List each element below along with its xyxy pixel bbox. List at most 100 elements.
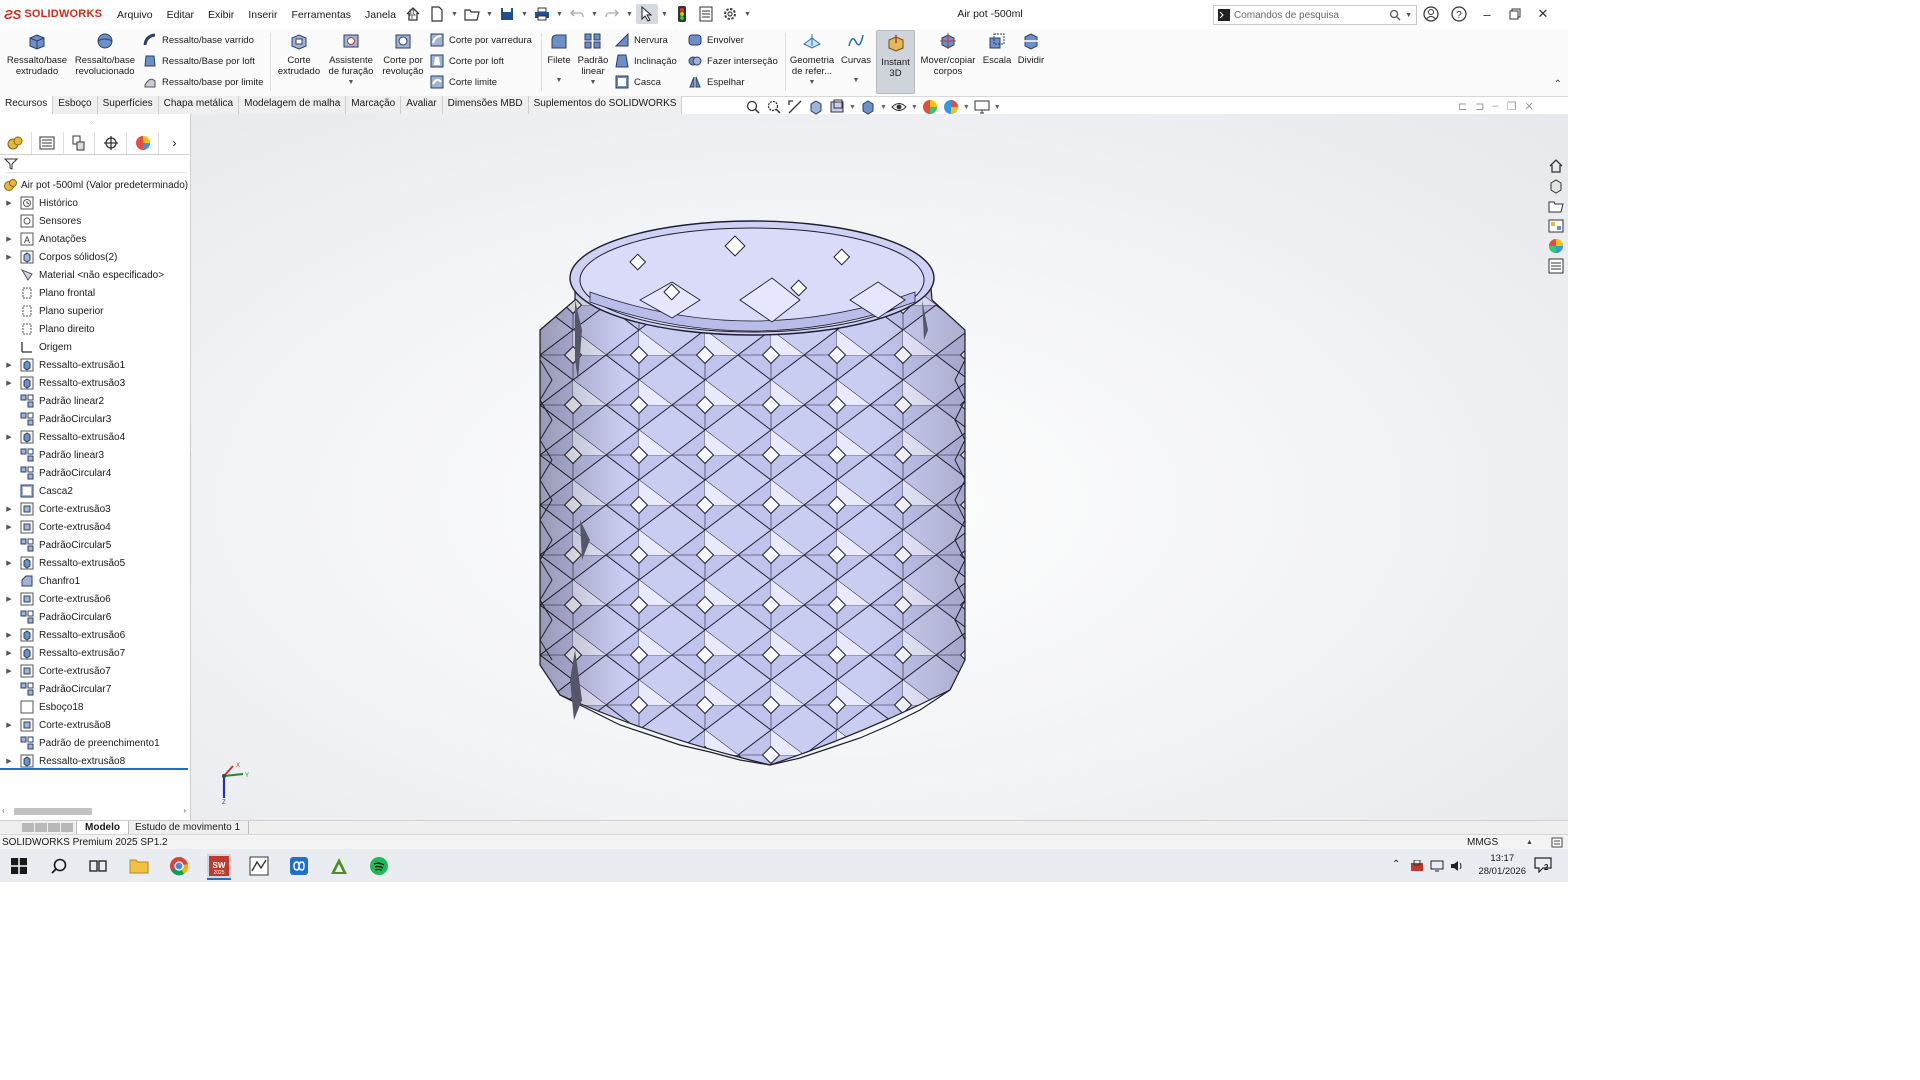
task-view-icon[interactable] <box>86 854 110 878</box>
expand-arrow-icon[interactable]: ▶ <box>4 667 14 675</box>
open-dropdown-icon[interactable]: ▼ <box>485 11 494 18</box>
tray-security-icon[interactable] <box>1410 860 1424 872</box>
system-clock[interactable]: 13:17 28/01/2026 <box>1478 852 1526 878</box>
file-explorer-icon[interactable] <box>1548 198 1564 214</box>
expand-arrow-icon[interactable]: ▶ <box>4 559 14 567</box>
lofted-cut-button[interactable]: Corte por loft <box>430 54 504 68</box>
move-copy-bodies-button[interactable]: Mover/copiar corpos <box>917 32 979 77</box>
tab-dimensoes-mbd[interactable]: Dimensões MBD <box>442 96 529 114</box>
tab-suplementos[interactable]: Suplementos do SOLIDWORKS <box>528 96 683 114</box>
options-gear-icon[interactable] <box>719 4 741 24</box>
tree-item-padrao-linear2[interactable]: Padrão linear2 <box>0 392 190 410</box>
rebuild-traffic-light-icon[interactable] <box>671 4 693 24</box>
fillet-button[interactable]: Filete ▼ <box>545 32 573 86</box>
solidworks-resources-home-icon[interactable] <box>1548 158 1564 174</box>
tree-item-plano-frontal[interactable]: Plano frontal <box>0 284 190 302</box>
select-cursor-icon[interactable] <box>636 4 658 24</box>
tree-filter-icon[interactable] <box>3 158 19 173</box>
custom-properties-icon[interactable] <box>1548 258 1564 274</box>
expand-arrow-icon[interactable]: ▶ <box>4 649 14 657</box>
display-manager-tab-icon[interactable] <box>127 132 160 154</box>
tree-item-corpos-solidos-2[interactable]: ▶ Corpos sólidos(2) <box>0 248 190 266</box>
extruded-boss-base-button[interactable]: Ressalto/base extrudado <box>6 32 68 77</box>
taskbar-search-icon[interactable] <box>47 854 71 878</box>
featuremanager-tab-icon[interactable] <box>0 132 32 154</box>
swept-boss-button[interactable]: Ressalto/base varrido <box>143 33 254 47</box>
redo-dropdown-icon[interactable]: ▼ <box>625 11 634 18</box>
hole-wizard-button[interactable]: Assistente de furação ▼ <box>326 32 376 88</box>
tree-item-ressalto-extrusao7[interactable]: ▶ Ressalto-extrusão7 <box>0 644 190 662</box>
reference-geometry-dropdown-icon[interactable]: ▼ <box>788 77 836 88</box>
tray-overflow-icon[interactable]: ⌃ <box>1392 859 1400 870</box>
save-dropdown-icon[interactable]: ▼ <box>520 11 529 18</box>
edit-appearance-icon[interactable] <box>921 98 939 116</box>
tree-item-plano-superior[interactable]: Plano superior <box>0 302 190 320</box>
panel-grip-icon[interactable]: ◦ <box>90 118 93 127</box>
viewport-split-right-icon[interactable]: ⊐ <box>1475 100 1484 113</box>
hide-show-items-icon[interactable] <box>890 98 908 116</box>
expand-arrow-icon[interactable]: ▶ <box>4 595 14 603</box>
tree-root-part[interactable]: Air pot -500ml (Valor predeterminado) <box>0 176 190 194</box>
file-explorer-taskbar-icon[interactable] <box>127 854 151 878</box>
extruded-cut-button[interactable]: Corte extrudado <box>275 32 323 77</box>
expand-arrow-icon[interactable]: ▶ <box>4 379 14 387</box>
tab-marcacao[interactable]: Marcação <box>346 96 402 114</box>
viewport-split-left-icon[interactable]: ⊏ <box>1458 100 1467 113</box>
curves-dropdown-icon[interactable]: ▼ <box>840 75 872 86</box>
tree-item-padraocircular3[interactable]: PadrãoCircular3 <box>0 410 190 428</box>
tree-item-corte-extrusao4[interactable]: ▶ Corte-extrusão4 <box>0 518 190 536</box>
tree-item-sensores[interactable]: Sensores <box>0 212 190 230</box>
solidworks-taskbar-icon[interactable]: SW 2025 <box>207 854 231 880</box>
tab-scroll-next-icon[interactable] <box>48 823 60 832</box>
tab-modelo[interactable]: Modelo <box>76 821 129 834</box>
new-document-icon[interactable] <box>426 4 448 24</box>
model-3d-view[interactable] <box>191 114 1568 820</box>
menu-ferramentas[interactable]: Ferramentas <box>285 7 359 24</box>
design-library-icon[interactable] <box>1548 178 1564 194</box>
tree-item-corte-extrusao6[interactable]: ▶ Corte-extrusão6 <box>0 590 190 608</box>
display-style-dropdown-icon[interactable]: ▼ <box>880 104 887 111</box>
tree-item-anotacoes[interactable]: ▶ A Anotações <box>0 230 190 248</box>
options-dropdown-icon[interactable]: ▼ <box>743 11 752 18</box>
close-icon[interactable]: ✕ <box>1532 4 1554 24</box>
section-view-icon[interactable] <box>807 98 825 116</box>
dynamic-annotation-icon[interactable] <box>828 98 846 116</box>
menu-inserir[interactable]: Inserir <box>241 7 284 24</box>
split-button[interactable]: Dividir <box>1015 32 1047 66</box>
expand-arrow-icon[interactable]: ▶ <box>4 523 14 531</box>
tree-item-casca2[interactable]: Casca2 <box>0 482 190 500</box>
previous-view-icon[interactable] <box>786 98 804 116</box>
command-search-box[interactable]: Comandos de pesquisa ▼ <box>1213 5 1417 25</box>
expand-arrow-icon[interactable]: ▶ <box>4 433 14 441</box>
boundary-cut-button[interactable]: Corte limite <box>430 75 497 89</box>
lofted-boss-button[interactable]: Ressalto/Base por loft <box>143 54 255 68</box>
more-tabs-chevron-icon[interactable]: › <box>159 132 190 154</box>
tree-item-plano-direito[interactable]: Plano direito <box>0 320 190 338</box>
dimxpert-tab-icon[interactable] <box>95 132 128 154</box>
home-icon[interactable] <box>402 4 424 24</box>
redo-icon[interactable] <box>601 4 623 24</box>
tree-item-ressalto-extrusao1[interactable]: ▶ Ressalto-extrusão1 <box>0 356 190 374</box>
curves-button[interactable]: Curvas ▼ <box>840 32 872 86</box>
scene-dropdown-icon[interactable]: ▼ <box>963 104 970 111</box>
search-icon[interactable] <box>1389 9 1401 21</box>
reference-geometry-button[interactable]: Geometria de refer... ▼ <box>788 32 836 88</box>
tree-item-ressalto-extrusao5[interactable]: ▶ Ressalto-extrusão5 <box>0 554 190 572</box>
undo-dropdown-icon[interactable]: ▼ <box>590 11 599 18</box>
tree-item-padraocircular7[interactable]: PadrãoCircular7 <box>0 680 190 698</box>
user-account-icon[interactable] <box>1420 4 1442 24</box>
print-dropdown-icon[interactable]: ▼ <box>555 11 564 18</box>
rollback-bar[interactable] <box>0 768 188 770</box>
tree-item-corte-extrusao8[interactable]: ▶ Corte-extrusão8 <box>0 716 190 734</box>
hide-show-dropdown-icon[interactable]: ▼ <box>911 104 918 111</box>
view-orientation-icon[interactable] <box>859 98 877 116</box>
tree-item-padrao-linear3[interactable]: Padrão linear3 <box>0 446 190 464</box>
menu-editar[interactable]: Editar <box>160 7 201 24</box>
volume-icon[interactable] <box>1450 860 1464 872</box>
tab-recursos[interactable]: Recursos <box>0 96 54 114</box>
tab-scroll-first-icon[interactable] <box>22 823 34 832</box>
viewport-restore-icon[interactable]: ❐ <box>1507 100 1517 113</box>
boundary-boss-button[interactable]: Ressalto/base por limite <box>143 75 263 89</box>
spotify-icon[interactable] <box>367 854 391 878</box>
undo-icon[interactable] <box>566 4 588 24</box>
